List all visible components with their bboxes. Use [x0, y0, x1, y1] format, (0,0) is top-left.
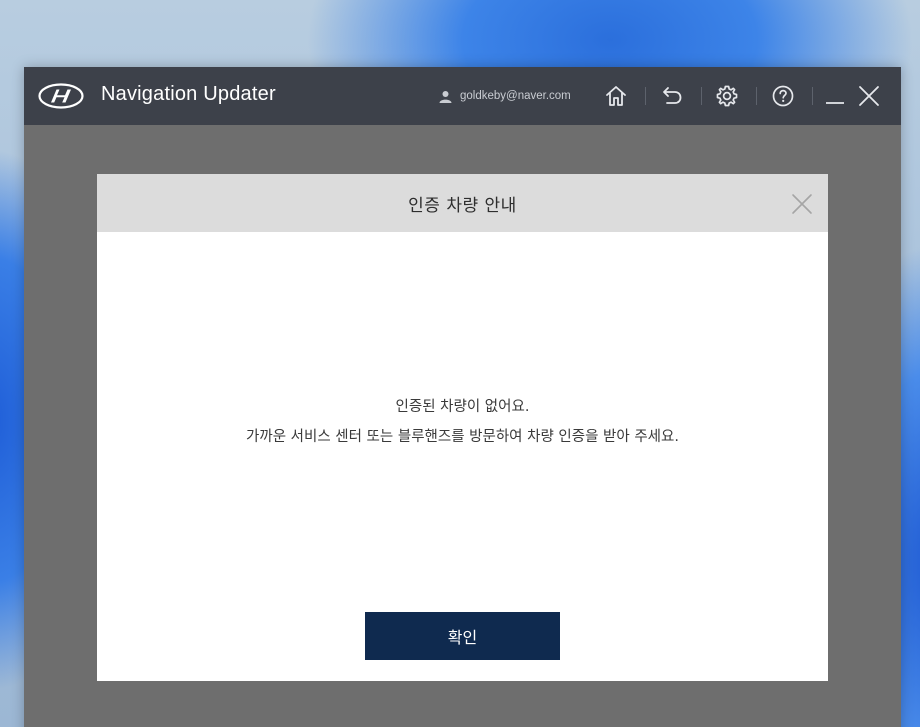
- titlebar: Navigation Updater goldkeby@naver.com: [24, 67, 901, 125]
- gear-icon: [716, 85, 738, 107]
- dialog-title: 인증 차량 안내: [408, 195, 517, 216]
- help-icon: [772, 85, 794, 107]
- titlebar-separator: [812, 87, 813, 105]
- dialog-message-line: 인증된 차량이 없어요.: [395, 399, 530, 415]
- home-button[interactable]: [602, 82, 630, 110]
- close-icon: [859, 86, 879, 106]
- minimize-button[interactable]: [821, 82, 849, 110]
- back-icon: [663, 87, 682, 104]
- dialog-close-button[interactable]: [790, 192, 814, 216]
- minimize-icon: [826, 102, 844, 104]
- dialog-message: 인증된 차량이 없어요. 가까운 서비스 센터 또는 블루핸즈를 방문하여 차량…: [97, 392, 828, 452]
- back-button[interactable]: [658, 82, 686, 110]
- home-icon: [606, 86, 626, 106]
- user-icon: [439, 90, 452, 103]
- app-window: Navigation Updater goldkeby@naver.com 인증…: [24, 67, 901, 727]
- settings-button[interactable]: [713, 82, 741, 110]
- user-email: goldkeby@naver.com: [460, 90, 571, 102]
- vehicle-auth-dialog: 인증 차량 안내 인증된 차량이 없어요. 가까운 서비스 센터 또는 블루핸즈…: [97, 174, 828, 681]
- dialog-message-line: 가까운 서비스 센터 또는 블루핸즈를 방문하여 차량 인증을 받아 주세요.: [246, 429, 679, 445]
- confirm-button[interactable]: 확인: [365, 612, 560, 660]
- close-icon: [792, 194, 812, 214]
- user-account[interactable]: goldkeby@naver.com: [439, 87, 571, 105]
- app-title: Navigation Updater: [101, 83, 276, 105]
- titlebar-separator: [701, 87, 702, 105]
- titlebar-separator: [756, 87, 757, 105]
- help-button[interactable]: [769, 82, 797, 110]
- hyundai-logo-icon: [38, 83, 84, 109]
- close-button[interactable]: [855, 82, 883, 110]
- titlebar-separator: [645, 87, 646, 105]
- dialog-header: 인증 차량 안내: [97, 174, 828, 232]
